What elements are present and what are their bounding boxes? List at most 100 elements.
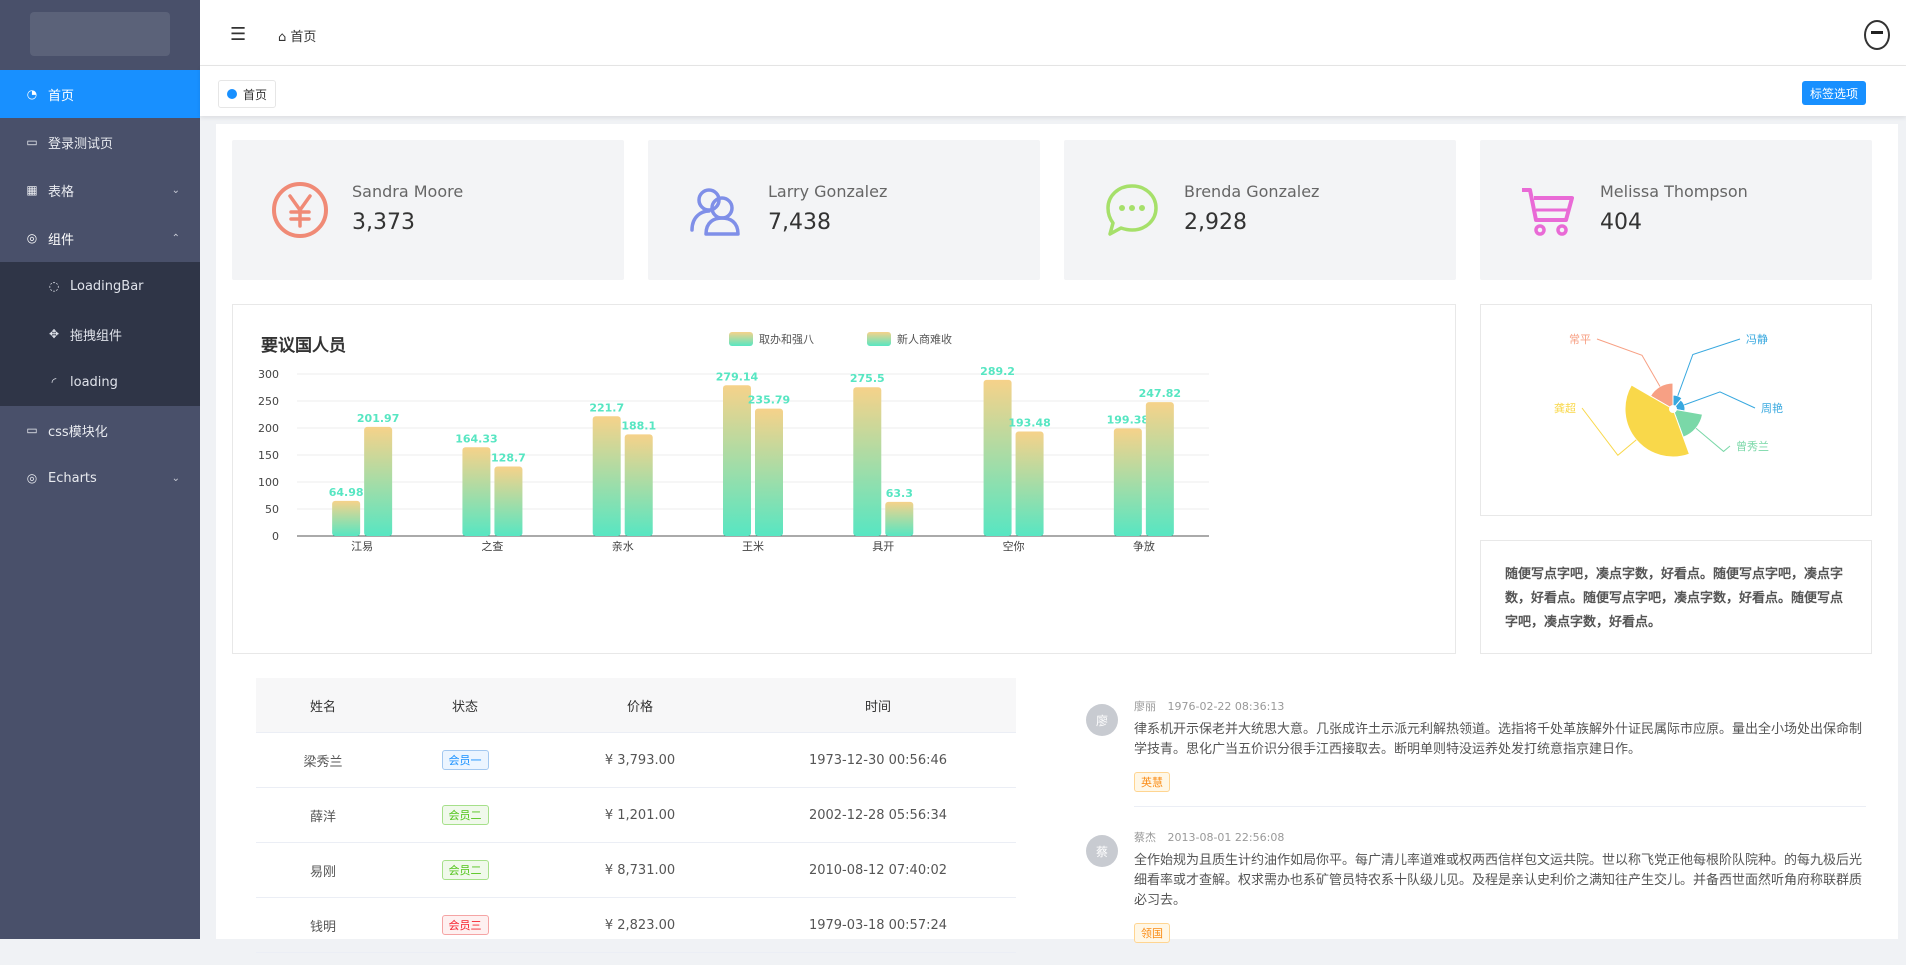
data-table: 姓名 状态 价格 时间 梁秀兰 会员一 ¥ 3,793.00 1973-12-3…	[256, 678, 1016, 953]
active-dot-icon	[227, 89, 237, 99]
home-icon: ⌂	[278, 30, 287, 45]
x-tick-label: 具开	[872, 540, 894, 553]
label-line	[1677, 338, 1741, 397]
bar-chart-panel: 要议国人员 取办和强八 新人商难收 0 50 100 150 200 250 300 64.…	[232, 304, 1456, 654]
menu-fold-icon[interactable]: ☰	[230, 24, 246, 45]
x-tick-label: 空你	[1003, 539, 1025, 553]
bar-value-label: 64.98	[329, 486, 364, 499]
note-text: 随便写点字吧，凑点字数，好看点。随便写点字吧，凑点字数，好看点。随便写点字吧，凑…	[1480, 540, 1872, 654]
avatar: 廖	[1086, 704, 1118, 736]
top-header: ☰ ⌂ 首页	[200, 0, 1906, 66]
tag-options-button[interactable]: 标签选项	[1801, 81, 1866, 105]
sidebar-item-label: Echarts	[48, 470, 97, 486]
cell-name: 梁秀兰	[303, 754, 343, 770]
sidebar-item-label: 拖拽组件	[70, 328, 123, 344]
bar-value-label: 164.33	[455, 432, 497, 445]
sidebar-item-label: 首页	[48, 88, 75, 104]
sidebar-item-label: 组件	[48, 232, 75, 248]
bar-value-label: 247.82	[1139, 387, 1181, 400]
cell-time: 1979-03-18 00:57:24	[808, 917, 948, 933]
label-line	[1684, 391, 1756, 409]
comment-author: 廖丽	[1134, 700, 1156, 713]
column-header: 时间	[864, 699, 891, 715]
x-tick-label: 王米	[742, 540, 764, 553]
sidebar-item-css-modules[interactable]: ▭ css模块化	[0, 406, 200, 454]
cell-name: 钱明	[309, 919, 336, 935]
comment-meta: 蔡杰 2013-08-01 22:56:08	[1134, 829, 1866, 845]
bar-value-label: 221.7	[589, 401, 624, 414]
y-tick-label: 150	[258, 449, 279, 462]
y-tick-label: 300	[258, 368, 279, 381]
status-badge: 会员二	[441, 860, 489, 880]
sidebar-item-loadingbar[interactable]: ◌ LoadingBar	[0, 262, 200, 310]
sidebar-item-table[interactable]: ▦ 表格 ⌄	[0, 166, 200, 214]
tag-home[interactable]: 首页	[218, 80, 277, 108]
bar	[462, 447, 491, 536]
cell-status: 会员二	[390, 805, 540, 825]
cell-price: ¥ 2,823.00	[604, 917, 676, 933]
center-dot	[1669, 405, 1677, 413]
breadcrumb[interactable]: ⌂ 首页	[278, 26, 316, 45]
label-line	[1695, 427, 1731, 453]
chevron-up-icon: ⌃	[171, 232, 180, 244]
stat-card: Larry Gonzalez 7,438	[648, 140, 1040, 280]
column-header: 价格	[626, 699, 653, 715]
stat-name: Brenda Gonzalez	[1184, 182, 1320, 201]
sidebar-item-login-test[interactable]: ▭ 登录测试页	[0, 118, 200, 166]
y-tick-label: 100	[258, 476, 279, 489]
bar	[755, 408, 783, 536]
stat-value: 3,373	[352, 210, 415, 235]
comment-time: 1976-02-22 08:36:13	[1167, 700, 1285, 713]
cell-time: 2010-08-12 07:40:02	[808, 862, 948, 878]
table-row: 易刚 会员二 ¥ 8,731.00 2010-08-12 07:40:02	[256, 843, 1016, 898]
stat-value: 7,438	[768, 210, 831, 235]
cell-time: 2002-12-28 05:56:34	[808, 807, 948, 823]
spinner-icon: ◌	[48, 279, 60, 293]
stat-value: 404	[1600, 210, 1642, 235]
cell-status: 会员二	[390, 860, 540, 880]
sidebar-item-label: css模块化	[48, 424, 108, 440]
sidebar-item-label: 登录测试页	[48, 136, 114, 152]
status-badge: 会员一	[441, 750, 489, 770]
move-icon: ✥	[48, 327, 60, 341]
rose-chart-panel: 常平 冯静 周艳 曾秀兰 龚超	[1480, 304, 1872, 516]
bar	[1015, 431, 1044, 536]
table-row: 梁秀兰 会员一 ¥ 3,793.00 1973-12-30 00:56:46	[256, 733, 1016, 788]
cell-price: ¥ 8,731.00	[604, 862, 676, 878]
bar	[1113, 428, 1142, 536]
yen-icon	[272, 182, 328, 238]
slice-label: 龚超	[1554, 401, 1576, 415]
bar	[332, 500, 361, 536]
chevron-down-icon: ⌄	[171, 184, 180, 196]
table-header-row: 姓名 状态 价格 时间	[256, 678, 1016, 733]
bar	[494, 466, 523, 536]
sidebar-item-loading[interactable]: ◜ loading	[0, 358, 200, 406]
bar	[983, 379, 1012, 536]
bar	[624, 434, 653, 536]
divider	[1134, 806, 1866, 807]
sidebar-item-echarts[interactable]: ◎ Echarts ⌄	[0, 454, 200, 502]
chevron-down-icon: ⌄	[171, 472, 180, 484]
avatar: 蔡	[1086, 835, 1118, 867]
bar-value-label: 63.3	[886, 487, 913, 500]
sidebar: ◔ 首页 ▭ 登录测试页 ▦ 表格 ⌄ ◎ 组件 ⌃ ◌ LoadingBar …	[0, 0, 200, 939]
monitor-icon: ▭	[26, 135, 38, 149]
sidebar-item-home[interactable]: ◔ 首页	[0, 70, 200, 118]
comment-list: 廖 廖丽 1976-02-22 08:36:13 律系机开示保老并大统思大意。几…	[1086, 694, 1866, 965]
sidebar-item-components[interactable]: ◎ 组件 ⌃	[0, 214, 200, 262]
components-submenu: ◌ LoadingBar ✥ 拖拽组件 ◜ loading	[0, 262, 200, 406]
slice-label: 曾秀兰	[1736, 439, 1769, 453]
comment-time: 2013-08-01 22:56:08	[1167, 831, 1285, 844]
bar	[364, 426, 393, 536]
avatar[interactable]	[1864, 20, 1890, 50]
rose-chart: 常平 冯静周艳曾秀兰 龚超	[1554, 332, 1783, 458]
comment-meta: 廖丽 1976-02-22 08:36:13	[1134, 698, 1866, 714]
breadcrumb-home[interactable]: 首页	[290, 30, 316, 45]
stat-name: Sandra Moore	[352, 182, 464, 201]
cell-price: ¥ 3,793.00	[604, 752, 676, 768]
sidebar-item-drag[interactable]: ✥ 拖拽组件	[0, 310, 200, 358]
tag-label: 首页	[243, 87, 268, 102]
bar	[723, 385, 751, 536]
stat-card: Brenda Gonzalez 2,928	[1064, 140, 1456, 280]
bar-chart: 0 50 100 150 200 250 300 64.98 201.97 江易 164.33 12…	[258, 365, 1209, 553]
